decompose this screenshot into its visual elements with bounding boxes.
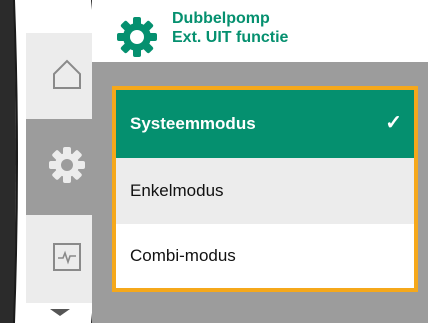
device-screen: Dubbelpomp Ext. UIT functie Systeemmodus… bbox=[0, 0, 428, 323]
option-systeemmodus[interactable]: Systeemmodus ✓ bbox=[116, 90, 414, 158]
option-label: Combi-modus bbox=[130, 246, 236, 265]
page-title-line2: Ext. UIT functie bbox=[172, 29, 289, 46]
gear-icon bbox=[48, 146, 86, 189]
page-title-line1: Dubbelpomp bbox=[172, 10, 270, 27]
option-combi-modus[interactable]: Combi-modus bbox=[116, 224, 414, 288]
page-title: Dubbelpomp Ext. UIT functie bbox=[172, 9, 288, 47]
chevron-down-icon[interactable] bbox=[50, 309, 70, 316]
home-icon bbox=[50, 57, 84, 96]
diagnostics-icon bbox=[52, 242, 82, 277]
option-label: Systeemmodus bbox=[130, 114, 256, 133]
options-list: Systeemmodus ✓ Enkelmodus Combi-modus bbox=[112, 86, 418, 292]
option-enkelmodus[interactable]: Enkelmodus bbox=[116, 158, 414, 224]
gear-icon bbox=[116, 16, 158, 58]
checkmark-icon: ✓ bbox=[385, 112, 402, 134]
option-label: Enkelmodus bbox=[130, 181, 224, 200]
